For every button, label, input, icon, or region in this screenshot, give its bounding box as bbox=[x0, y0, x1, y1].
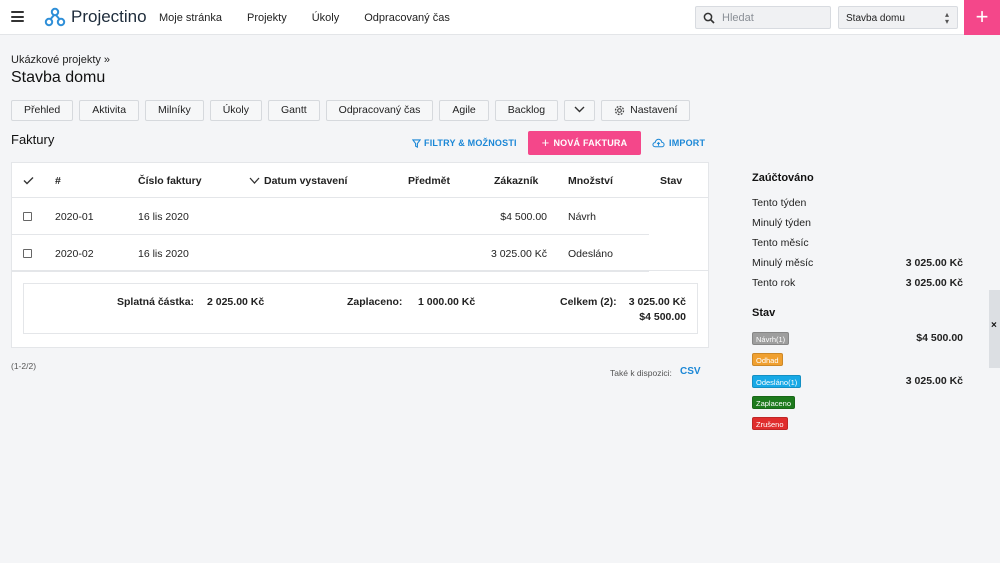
col-invoice-number[interactable]: Číslo faktury bbox=[138, 175, 202, 187]
nav-my-page[interactable]: Moje stránka bbox=[159, 12, 222, 24]
table-row[interactable]: 2020-01 16 lis 2020 $4 500.00 Návrh bbox=[12, 198, 649, 235]
due-label: Splatná částka: bbox=[117, 296, 195, 308]
table-header: # Číslo faktury Datum vystavení Předmět … bbox=[12, 163, 708, 198]
tab-agile[interactable]: Agile bbox=[439, 100, 489, 121]
search-input[interactable] bbox=[722, 10, 822, 26]
col-hash[interactable]: # bbox=[55, 175, 61, 187]
billed-last-month-value: 3 025.00 Kč bbox=[905, 257, 963, 269]
gear-icon bbox=[614, 105, 625, 116]
billed-last-week[interactable]: Minulý týden bbox=[752, 217, 811, 229]
tab-activity[interactable]: Aktivita bbox=[79, 100, 140, 121]
col-issue-date[interactable]: Datum vystavení bbox=[264, 175, 347, 187]
sort-desc-icon[interactable] bbox=[249, 177, 260, 184]
tab-tasks[interactable]: Úkoly bbox=[209, 100, 262, 121]
tab-backlog[interactable]: Backlog bbox=[494, 100, 559, 121]
tab-overview[interactable]: Přehled bbox=[11, 100, 74, 121]
col-customer[interactable]: Zákazník bbox=[494, 175, 538, 187]
page-title: Stavba domu bbox=[11, 69, 106, 86]
nav-projects[interactable]: Projekty bbox=[247, 12, 287, 24]
billed-this-year-value: 3 025.00 Kč bbox=[905, 277, 963, 289]
breadcrumb[interactable]: Ukázkové projekty » bbox=[11, 54, 110, 66]
select-arrows-icon: ▴ ▾ bbox=[944, 10, 949, 26]
cloud-upload-icon bbox=[652, 138, 665, 148]
export-label: Také k dispozici: bbox=[610, 368, 672, 378]
invoices-table: # Číslo faktury Datum vystavení Předmět … bbox=[11, 162, 709, 348]
new-invoice-button[interactable]: + NOVÁ FAKTURA bbox=[528, 131, 641, 155]
plus-icon: + bbox=[541, 135, 550, 150]
row-checkbox[interactable] bbox=[23, 212, 32, 221]
filters-label: FILTRY & MOŽNOSTI bbox=[424, 138, 517, 148]
quick-add-button[interactable]: + bbox=[964, 0, 1000, 35]
project-tabs: Přehled Aktivita Milníky Úkoly Gantt Odp… bbox=[11, 100, 696, 121]
tab-milestones[interactable]: Milníky bbox=[145, 100, 204, 121]
project-select-value: Stavba domu bbox=[846, 13, 905, 24]
paid-label: Zaplaceno: bbox=[347, 296, 403, 308]
total-value-usd: $4 500.00 bbox=[639, 311, 686, 323]
invoice-date: 16 lis 2020 bbox=[138, 211, 189, 223]
main-nav: Moje stránka Projekty Úkoly Odpracovaný … bbox=[159, 12, 475, 24]
top-bar: Projectino Moje stránka Projekty Úkoly O… bbox=[0, 0, 1000, 35]
invoice-status: Odesláno bbox=[568, 248, 613, 260]
total-value-czk: 3 025.00 Kč bbox=[628, 296, 686, 308]
invoice-amount: $4 500.00 bbox=[500, 211, 547, 223]
billed-this-year[interactable]: Tento rok bbox=[752, 277, 795, 289]
col-amount[interactable]: Množství bbox=[568, 175, 613, 187]
total-label: Celkem (2): bbox=[560, 296, 617, 308]
check-all-icon[interactable] bbox=[23, 176, 34, 185]
billed-this-week[interactable]: Tento týden bbox=[752, 197, 806, 209]
status-badge-cancelled[interactable]: Zrušeno bbox=[752, 417, 788, 430]
import-button[interactable]: IMPORT bbox=[652, 138, 705, 148]
csv-export-link[interactable]: CSV bbox=[680, 366, 701, 377]
status-badge-draft[interactable]: Návrh(1) bbox=[752, 332, 790, 345]
divider bbox=[12, 270, 708, 271]
project-select[interactable]: Stavba domu ▴ ▾ bbox=[838, 6, 958, 29]
status-draft-value: $4 500.00 bbox=[916, 332, 963, 344]
sidebar-toggle[interactable]: × bbox=[989, 290, 1000, 368]
import-label: IMPORT bbox=[669, 138, 706, 148]
brand-name: Projectino bbox=[71, 7, 147, 26]
status-title: Stav bbox=[752, 307, 776, 319]
row-checkbox[interactable] bbox=[23, 249, 32, 258]
billed-this-month[interactable]: Tento měsíc bbox=[752, 237, 809, 249]
invoice-amount: 3 025.00 Kč bbox=[490, 248, 547, 260]
due-value: 2 025.00 Kč bbox=[207, 296, 265, 308]
status-sent-value: 3 025.00 Kč bbox=[905, 375, 963, 387]
new-invoice-label: NOVÁ FAKTURA bbox=[553, 138, 628, 148]
tab-time-spent[interactable]: Odpracovaný čas bbox=[325, 100, 434, 121]
status-badge-estimate[interactable]: Odhad bbox=[752, 353, 783, 366]
pagination-info: (1-2/2) bbox=[11, 361, 37, 371]
menu-icon[interactable] bbox=[11, 11, 24, 22]
billed-title: Zaúčtováno bbox=[752, 172, 814, 184]
paid-value: 1 000.00 Kč bbox=[418, 296, 476, 308]
col-subject[interactable]: Předmět bbox=[408, 175, 450, 187]
logo[interactable]: Projectino bbox=[44, 7, 147, 27]
totals-box: Splatná částka: 2 025.00 Kč Zaplaceno: 1… bbox=[23, 283, 698, 334]
billed-last-month[interactable]: Minulý měsíc bbox=[752, 257, 813, 269]
logo-icon bbox=[44, 7, 66, 27]
invoice-date: 16 lis 2020 bbox=[138, 248, 189, 260]
nav-time-spent[interactable]: Odpracovaný čas bbox=[364, 12, 450, 24]
chevron-down-icon bbox=[574, 106, 585, 113]
table-row[interactable]: 2020-02 16 lis 2020 3 025.00 Kč Odesláno bbox=[12, 235, 649, 272]
invoice-status: Návrh bbox=[568, 211, 597, 223]
invoice-number[interactable]: 2020-02 bbox=[55, 248, 94, 260]
col-status[interactable]: Stav bbox=[660, 175, 682, 187]
status-badge-sent[interactable]: Odesláno(1) bbox=[752, 375, 802, 388]
search-icon bbox=[703, 12, 715, 24]
more-tabs-button[interactable] bbox=[564, 100, 596, 121]
invoice-number[interactable]: 2020-01 bbox=[55, 211, 94, 223]
filter-icon bbox=[412, 138, 421, 148]
nav-tasks[interactable]: Úkoly bbox=[312, 12, 340, 24]
filters-button[interactable]: FILTRY & MOŽNOSTI bbox=[412, 138, 517, 148]
tab-settings-label: Nastavení bbox=[630, 104, 678, 116]
status-badge-paid[interactable]: Zaplaceno bbox=[752, 396, 796, 409]
tab-gantt[interactable]: Gantt bbox=[267, 100, 320, 121]
tab-settings[interactable]: Nastavení bbox=[601, 100, 691, 121]
section-title: Faktury bbox=[11, 132, 55, 147]
search-box bbox=[695, 6, 831, 29]
close-icon: × bbox=[991, 320, 997, 331]
